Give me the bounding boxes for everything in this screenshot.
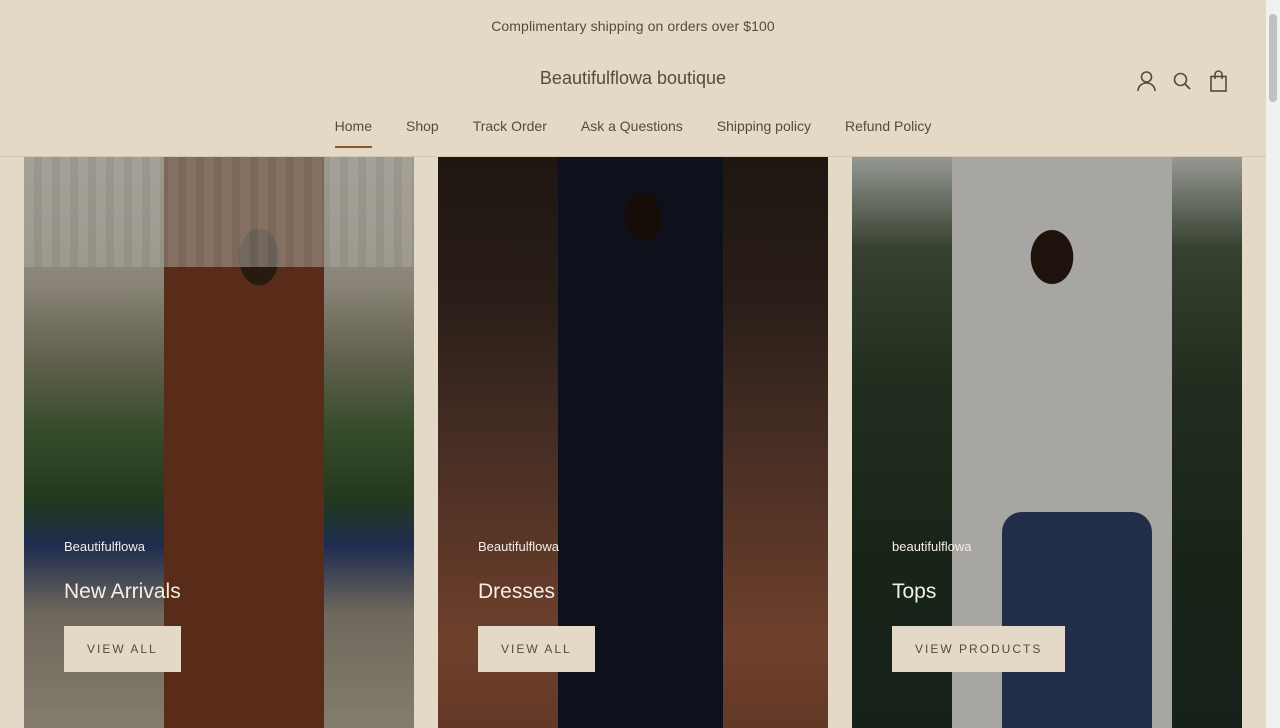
collection-title: Dresses <box>478 580 556 603</box>
account-icon[interactable] <box>1136 68 1156 94</box>
view-all-button[interactable]: VIEW ALL <box>478 626 595 672</box>
cart-icon[interactable] <box>1208 68 1228 94</box>
page: Complimentary shipping on orders over $1… <box>0 0 1266 728</box>
nav-item-shop[interactable]: Shop <box>406 118 439 148</box>
store-logo[interactable]: Beautifulflowa boutique <box>0 68 1266 89</box>
collection-content: beautifulflowa Tops VIEW PRODUCTS <box>892 539 1066 672</box>
announcement-text: Complimentary shipping on orders over $1… <box>491 18 775 34</box>
collection-card-dresses[interactable]: Beautifulflowa Dresses VIEW ALL <box>438 157 828 728</box>
nav-item-ask-questions[interactable]: Ask a Questions <box>581 118 683 148</box>
collection-list: Beautifulflowa New Arrivals VIEW ALL Bea… <box>24 157 1242 728</box>
nav-item-home[interactable]: Home <box>334 118 373 148</box>
collection-content: Beautifulflowa New Arrivals VIEW ALL <box>64 539 181 672</box>
collection-content: Beautifulflowa Dresses VIEW ALL <box>478 539 595 672</box>
collection-subheading: Beautifulflowa <box>478 539 559 554</box>
collection-subheading: beautifulflowa <box>892 539 972 554</box>
main-nav: Home Shop Track Order Ask a Questions Sh… <box>0 118 1266 148</box>
collection-card-tops[interactable]: beautifulflowa Tops VIEW PRODUCTS <box>852 157 1242 728</box>
nav-item-track-order[interactable]: Track Order <box>473 118 547 148</box>
collection-subheading: Beautifulflowa <box>64 539 145 554</box>
header-icons <box>1136 68 1228 94</box>
collection-card-new-arrivals[interactable]: Beautifulflowa New Arrivals VIEW ALL <box>24 157 414 728</box>
view-products-button[interactable]: VIEW PRODUCTS <box>892 626 1066 672</box>
nav-item-refund-policy[interactable]: Refund Policy <box>845 118 931 148</box>
search-icon[interactable] <box>1172 68 1192 94</box>
announcement-bar: Complimentary shipping on orders over $1… <box>0 0 1266 52</box>
view-all-button[interactable]: VIEW ALL <box>64 626 181 672</box>
nav-item-shipping-policy[interactable]: Shipping policy <box>717 118 811 148</box>
scrollbar-thumb[interactable] <box>1269 14 1277 102</box>
collection-title: New Arrivals <box>64 580 181 603</box>
scrollbar[interactable] <box>1266 0 1280 728</box>
collection-title: Tops <box>892 580 937 603</box>
